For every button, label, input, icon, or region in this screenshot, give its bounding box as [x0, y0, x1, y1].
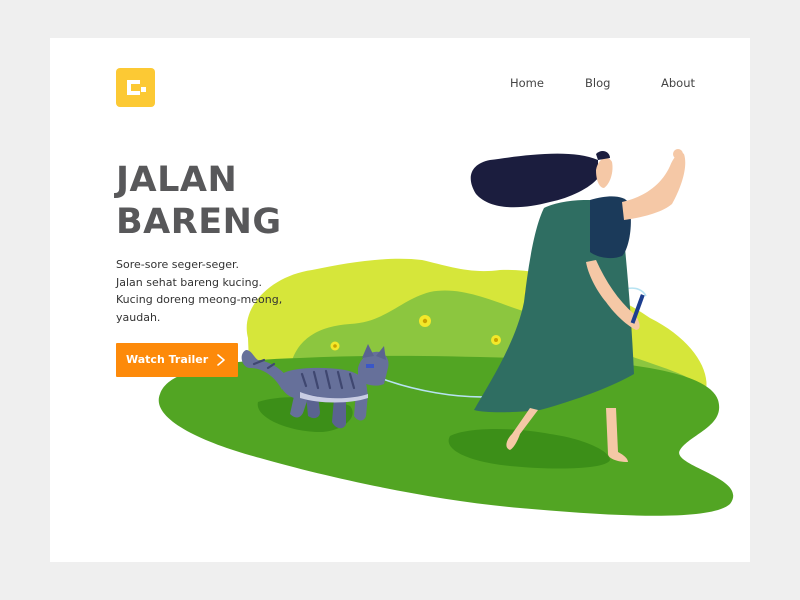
- woman-shadow: [448, 429, 610, 469]
- flowers: [330, 288, 532, 351]
- page-title: JALAN BARENG: [116, 159, 282, 243]
- chevron-right-icon: [217, 354, 225, 366]
- hero-description: Sore-sore seger-seger. Jalan sehat baren…: [116, 256, 282, 326]
- nav-blog-link[interactable]: Blog: [585, 76, 610, 90]
- lawn: [158, 355, 734, 516]
- description-line: Kucing doreng meong-meong,: [116, 293, 283, 306]
- description-line: Sore-sore seger-seger.: [116, 258, 240, 271]
- watch-trailer-label: Watch Trailer: [126, 353, 209, 366]
- leash: [374, 287, 647, 398]
- bush-back: [246, 258, 707, 390]
- title-line: JALAN: [116, 160, 238, 200]
- top-nav: Home Blog About: [50, 76, 750, 96]
- nav-home-link[interactable]: Home: [510, 76, 544, 90]
- woman-illustration: [470, 149, 686, 462]
- cat-illustration: [241, 344, 389, 429]
- title-line: BARENG: [116, 202, 282, 242]
- bush-front: [280, 290, 706, 398]
- nav-about-link[interactable]: About: [661, 76, 695, 90]
- landing-card: Home Blog About JALAN BARENG Sore-sore s…: [50, 38, 750, 562]
- watch-trailer-button[interactable]: Watch Trailer: [116, 343, 238, 377]
- cat-shadow: [257, 397, 353, 432]
- description-line: yaudah.: [116, 310, 161, 324]
- description-line: Jalan sehat bareng kucing.: [116, 275, 263, 289]
